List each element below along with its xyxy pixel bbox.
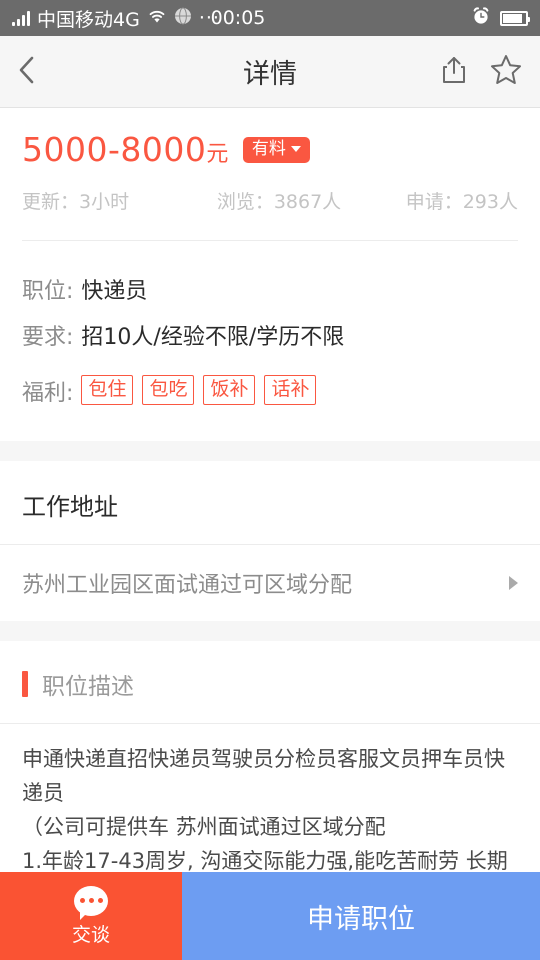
welfare-label: 福利:	[22, 381, 74, 406]
chat-bubble-icon	[74, 885, 108, 920]
welfare-tag: 话补	[264, 375, 317, 405]
paid-badge[interactable]: 有料	[242, 136, 310, 163]
job-meta-row: 更新：3小时 浏览：3867人 申请：293人	[0, 169, 540, 240]
nav-actions	[440, 54, 522, 89]
globe-icon	[174, 7, 192, 30]
apply-button-label: 申请职位	[307, 903, 415, 935]
section-spacer	[0, 621, 540, 641]
welfare-row: 福利: 包住 包吃 饭补 话补	[22, 375, 518, 407]
work-address-value: 苏州工业园区面试通过可区域分配	[22, 573, 353, 598]
carrier-label: 中国移动4G	[37, 8, 140, 31]
wifi-icon	[147, 7, 167, 29]
requirement-label: 要求:	[22, 325, 74, 350]
share-icon[interactable]	[440, 55, 468, 89]
work-address-title: 工作地址	[22, 493, 118, 521]
content-scroll[interactable]: 5000-8000元 有料 更新：3小时 浏览：3867人 申请：293人 职位…	[0, 108, 540, 960]
position-value: 快递员	[81, 279, 148, 304]
job-summary-card: 5000-8000元 有料 更新：3小时 浏览：3867人 申请：293人 职位…	[0, 108, 540, 441]
chat-button-label: 交谈	[71, 923, 110, 946]
requirement-value: 招10人/经验不限/学历不限	[81, 325, 345, 350]
job-description-title: 职位描述	[42, 674, 134, 700]
accent-bar-icon	[22, 671, 28, 697]
signal-bars-icon	[12, 10, 30, 26]
paid-badge-label: 有料	[251, 138, 286, 159]
meta-updated: 更新：3小时	[22, 191, 130, 213]
battery-icon	[500, 10, 530, 26]
meta-applied: 申请：293人	[405, 191, 518, 213]
status-bar: 中国移动4G ··· 00:05	[0, 0, 540, 36]
meta-views: 浏览：3867人	[216, 191, 342, 213]
job-detail-screen: 中国移动4G ··· 00:05 详情 5000-8000元 有料 更新：3小时…	[0, 0, 540, 960]
more-status-icon: ···	[198, 7, 220, 29]
salary-row: 5000-8000元 有料	[0, 108, 540, 169]
apply-button[interactable]: 申请职位	[182, 872, 540, 960]
work-address-row[interactable]: 苏州工业园区面试通过可区域分配	[0, 544, 540, 621]
bottom-action-bar: 交谈 申请职位	[0, 872, 540, 960]
welfare-tag: 包住	[81, 375, 134, 405]
chevron-down-icon	[290, 146, 301, 152]
welfare-tag: 包吃	[142, 375, 195, 405]
nav-bar: 详情	[0, 36, 540, 108]
position-label: 职位:	[22, 279, 74, 304]
chat-button[interactable]: 交谈	[0, 872, 182, 960]
requirement-row: 要求: 招10人/经验不限/学历不限	[22, 319, 518, 351]
job-info-block: 职位: 快递员 要求: 招10人/经验不限/学历不限 福利: 包住 包吃 饭补 …	[0, 241, 540, 441]
alarm-clock-icon	[471, 6, 491, 31]
job-description-header: 职位描述	[0, 641, 540, 723]
welfare-tag: 饭补	[203, 375, 256, 405]
position-row: 职位: 快递员	[22, 273, 518, 305]
work-address-card: 工作地址 苏州工业园区面试通过可区域分配	[0, 461, 540, 621]
welfare-tag-list: 包住 包吃 饭补 话补	[81, 375, 317, 405]
star-icon[interactable]	[490, 54, 522, 89]
section-spacer	[0, 441, 540, 461]
status-bar-right	[471, 6, 530, 31]
salary-value: 5000-8000元	[22, 130, 229, 169]
status-bar-left: 中国移动4G ···	[12, 5, 220, 32]
triangle-right-icon	[509, 576, 518, 590]
